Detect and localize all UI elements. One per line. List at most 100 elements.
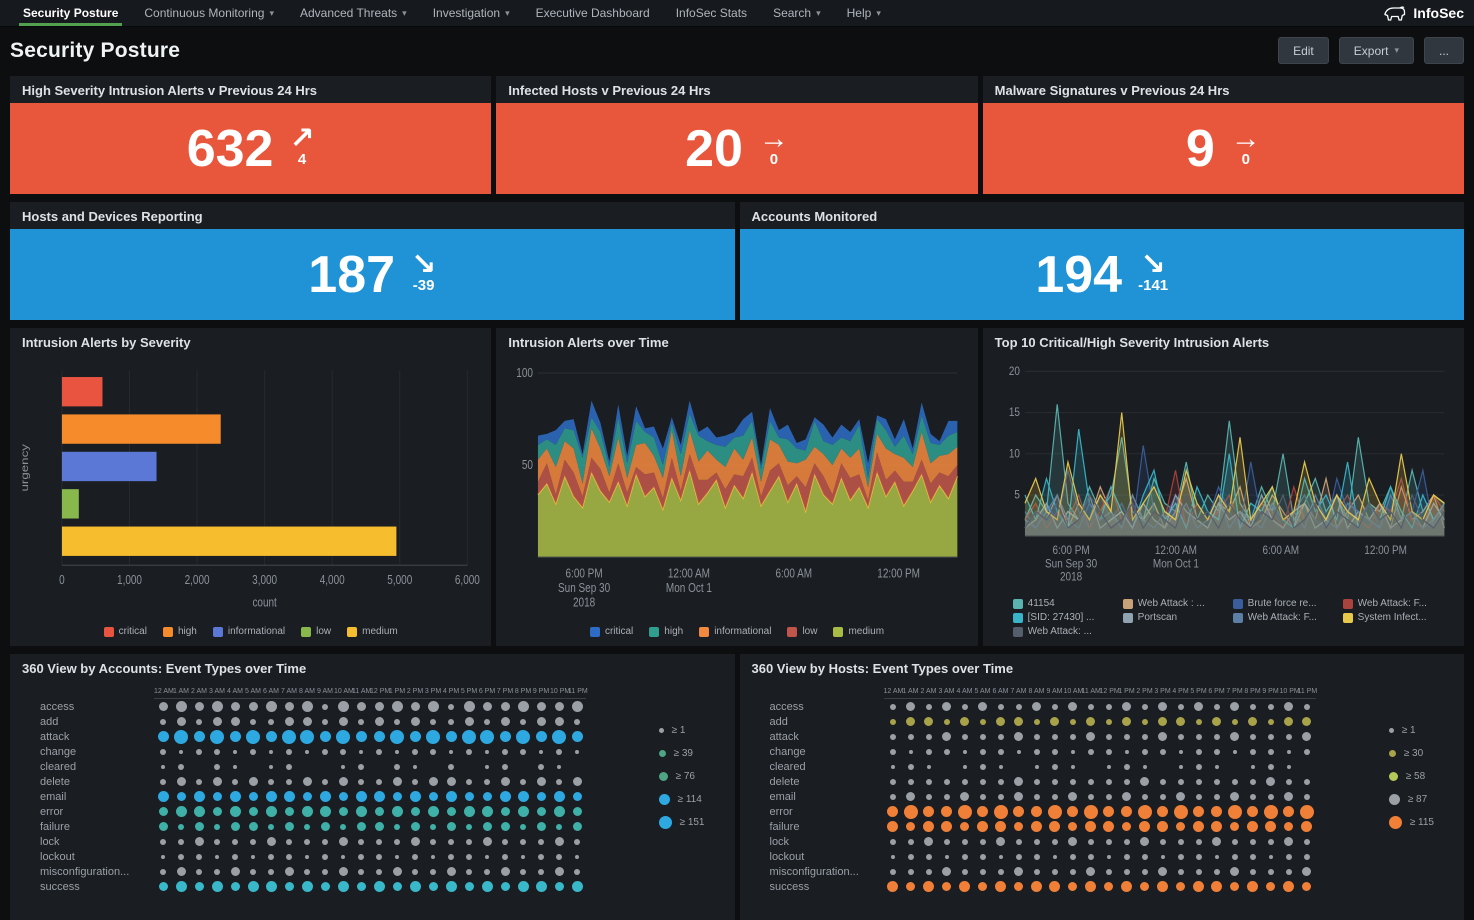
punch-bubble[interactable] — [448, 704, 454, 710]
punch-bubble[interactable] — [501, 777, 510, 786]
punch-bubble[interactable] — [268, 869, 274, 875]
punch-bubble[interactable] — [998, 749, 1004, 755]
punch-bubble[interactable] — [1268, 839, 1274, 845]
punch-bubble[interactable] — [250, 719, 256, 725]
punch-bubble[interactable] — [977, 821, 988, 832]
punch-bubble[interactable] — [926, 779, 932, 785]
punch-bubble[interactable] — [555, 702, 564, 711]
punch-bubble[interactable] — [960, 822, 969, 831]
punch-bubble[interactable] — [1160, 749, 1166, 755]
punch-bubble[interactable] — [266, 731, 277, 742]
punch-bubble[interactable] — [482, 806, 493, 817]
punch-bubble[interactable] — [465, 882, 474, 891]
punch-bubble[interactable] — [464, 701, 475, 712]
punch-bubble[interactable] — [994, 805, 1008, 819]
punch-bubble[interactable] — [376, 854, 382, 860]
punch-bubble[interactable] — [322, 779, 328, 785]
punch-bubble[interactable] — [466, 779, 472, 785]
punch-bubble[interactable] — [1230, 822, 1239, 831]
punch-bubble[interactable] — [1176, 882, 1185, 891]
punch-bubble[interactable] — [159, 822, 168, 831]
punch-bubble[interactable] — [1251, 765, 1255, 769]
punch-bubble[interactable] — [1034, 839, 1040, 845]
punch-bubble[interactable] — [501, 807, 510, 816]
punch-bubble[interactable] — [998, 704, 1004, 710]
punch-bubble[interactable] — [1228, 805, 1242, 819]
punch-bubble[interactable] — [1284, 792, 1293, 801]
punch-bubble[interactable] — [266, 806, 277, 817]
punch-bubble[interactable] — [891, 765, 895, 769]
kpi-value-block[interactable]: 194↘-141 — [740, 229, 1465, 320]
punch-bubble[interactable] — [1300, 805, 1314, 819]
punch-bubble[interactable] — [376, 869, 382, 875]
nav-item-help[interactable]: Help▾ — [834, 0, 894, 26]
punch-bubble[interactable] — [520, 749, 526, 755]
punch-bubble[interactable] — [1196, 749, 1202, 755]
punch-bubble[interactable] — [249, 807, 258, 816]
punch-bubble[interactable] — [285, 807, 294, 816]
punch-bubble[interactable] — [1142, 704, 1148, 710]
punch-bubble[interactable] — [284, 791, 295, 802]
punch-bubble[interactable] — [178, 764, 184, 770]
punch-bubble[interactable] — [358, 839, 364, 845]
severity-bar-chart[interactable]: 01,0002,0003,0004,0005,0006,000counturge… — [16, 357, 485, 624]
punch-bubble[interactable] — [1014, 732, 1023, 741]
punch-bubble[interactable] — [908, 734, 914, 740]
punch-bubble[interactable] — [1068, 837, 1077, 846]
punch-bubble[interactable] — [516, 730, 530, 744]
punch-bubble[interactable] — [286, 839, 292, 845]
brand[interactable]: InfoSec — [1382, 0, 1464, 26]
kpi-value-block[interactable]: 9→0 — [983, 103, 1464, 194]
punch-bubble[interactable] — [286, 749, 292, 755]
punch-bubble[interactable] — [1086, 732, 1095, 741]
punch-bubble[interactable] — [1071, 750, 1075, 754]
punch-bubble[interactable] — [269, 750, 273, 754]
punch-bubble[interactable] — [1070, 779, 1076, 785]
punch-bubble[interactable] — [1211, 806, 1222, 817]
punch-bubble[interactable] — [1286, 854, 1292, 860]
punch-bubble[interactable] — [555, 867, 564, 876]
punch-bubble[interactable] — [177, 777, 186, 786]
punch-bubble[interactable] — [1086, 867, 1095, 876]
punch-bubble[interactable] — [1176, 717, 1185, 726]
punch-bubble[interactable] — [357, 702, 366, 711]
punch-bubble[interactable] — [1250, 779, 1256, 785]
punch-bubble[interactable] — [1176, 792, 1185, 801]
punch-bubble[interactable] — [1140, 777, 1149, 786]
punch-bubble[interactable] — [962, 779, 968, 785]
punch-bubble[interactable] — [536, 731, 547, 742]
punch-bubble[interactable] — [339, 867, 348, 876]
punch-bubble[interactable] — [1106, 719, 1112, 725]
punch-bubble[interactable] — [1157, 881, 1168, 892]
punch-bubble[interactable] — [1250, 734, 1256, 740]
punch-bubble[interactable] — [890, 779, 896, 785]
punch-bubble[interactable] — [962, 734, 968, 740]
punch-bubble[interactable] — [161, 855, 165, 859]
punch-bubble[interactable] — [484, 869, 490, 875]
punch-bubble[interactable] — [1304, 854, 1310, 860]
punch-bubble[interactable] — [501, 702, 510, 711]
punch-bubble[interactable] — [285, 702, 294, 711]
punch-bubble[interactable] — [322, 749, 328, 755]
legend-item-informational[interactable]: informational — [213, 626, 285, 637]
punch-bubble[interactable] — [1268, 719, 1274, 725]
punch-bubble[interactable] — [1107, 765, 1111, 769]
punch-bubble[interactable] — [411, 717, 420, 726]
punch-bubble[interactable] — [944, 794, 950, 800]
punch-bubble[interactable] — [962, 854, 968, 860]
punch-bubble[interactable] — [483, 837, 492, 846]
punch-bubble[interactable] — [980, 839, 986, 845]
punch-bubble[interactable] — [980, 749, 986, 755]
punch-bubble[interactable] — [1052, 734, 1058, 740]
punch-bubble[interactable] — [196, 749, 202, 755]
punch-bubble[interactable] — [926, 794, 932, 800]
punch-legend-item-115[interactable]: ≥ 115 — [1389, 813, 1434, 831]
punch-bubble[interactable] — [556, 779, 562, 785]
punch-bubble[interactable] — [374, 731, 385, 742]
punch-bubble[interactable] — [537, 717, 546, 726]
nav-item-search[interactable]: Search▾ — [760, 0, 834, 26]
punch-bubble[interactable] — [392, 806, 403, 817]
punch-bubble[interactable] — [1196, 839, 1202, 845]
punch-legend-item-87[interactable]: ≥ 87 — [1389, 790, 1434, 808]
punch-bubble[interactable] — [338, 881, 349, 892]
